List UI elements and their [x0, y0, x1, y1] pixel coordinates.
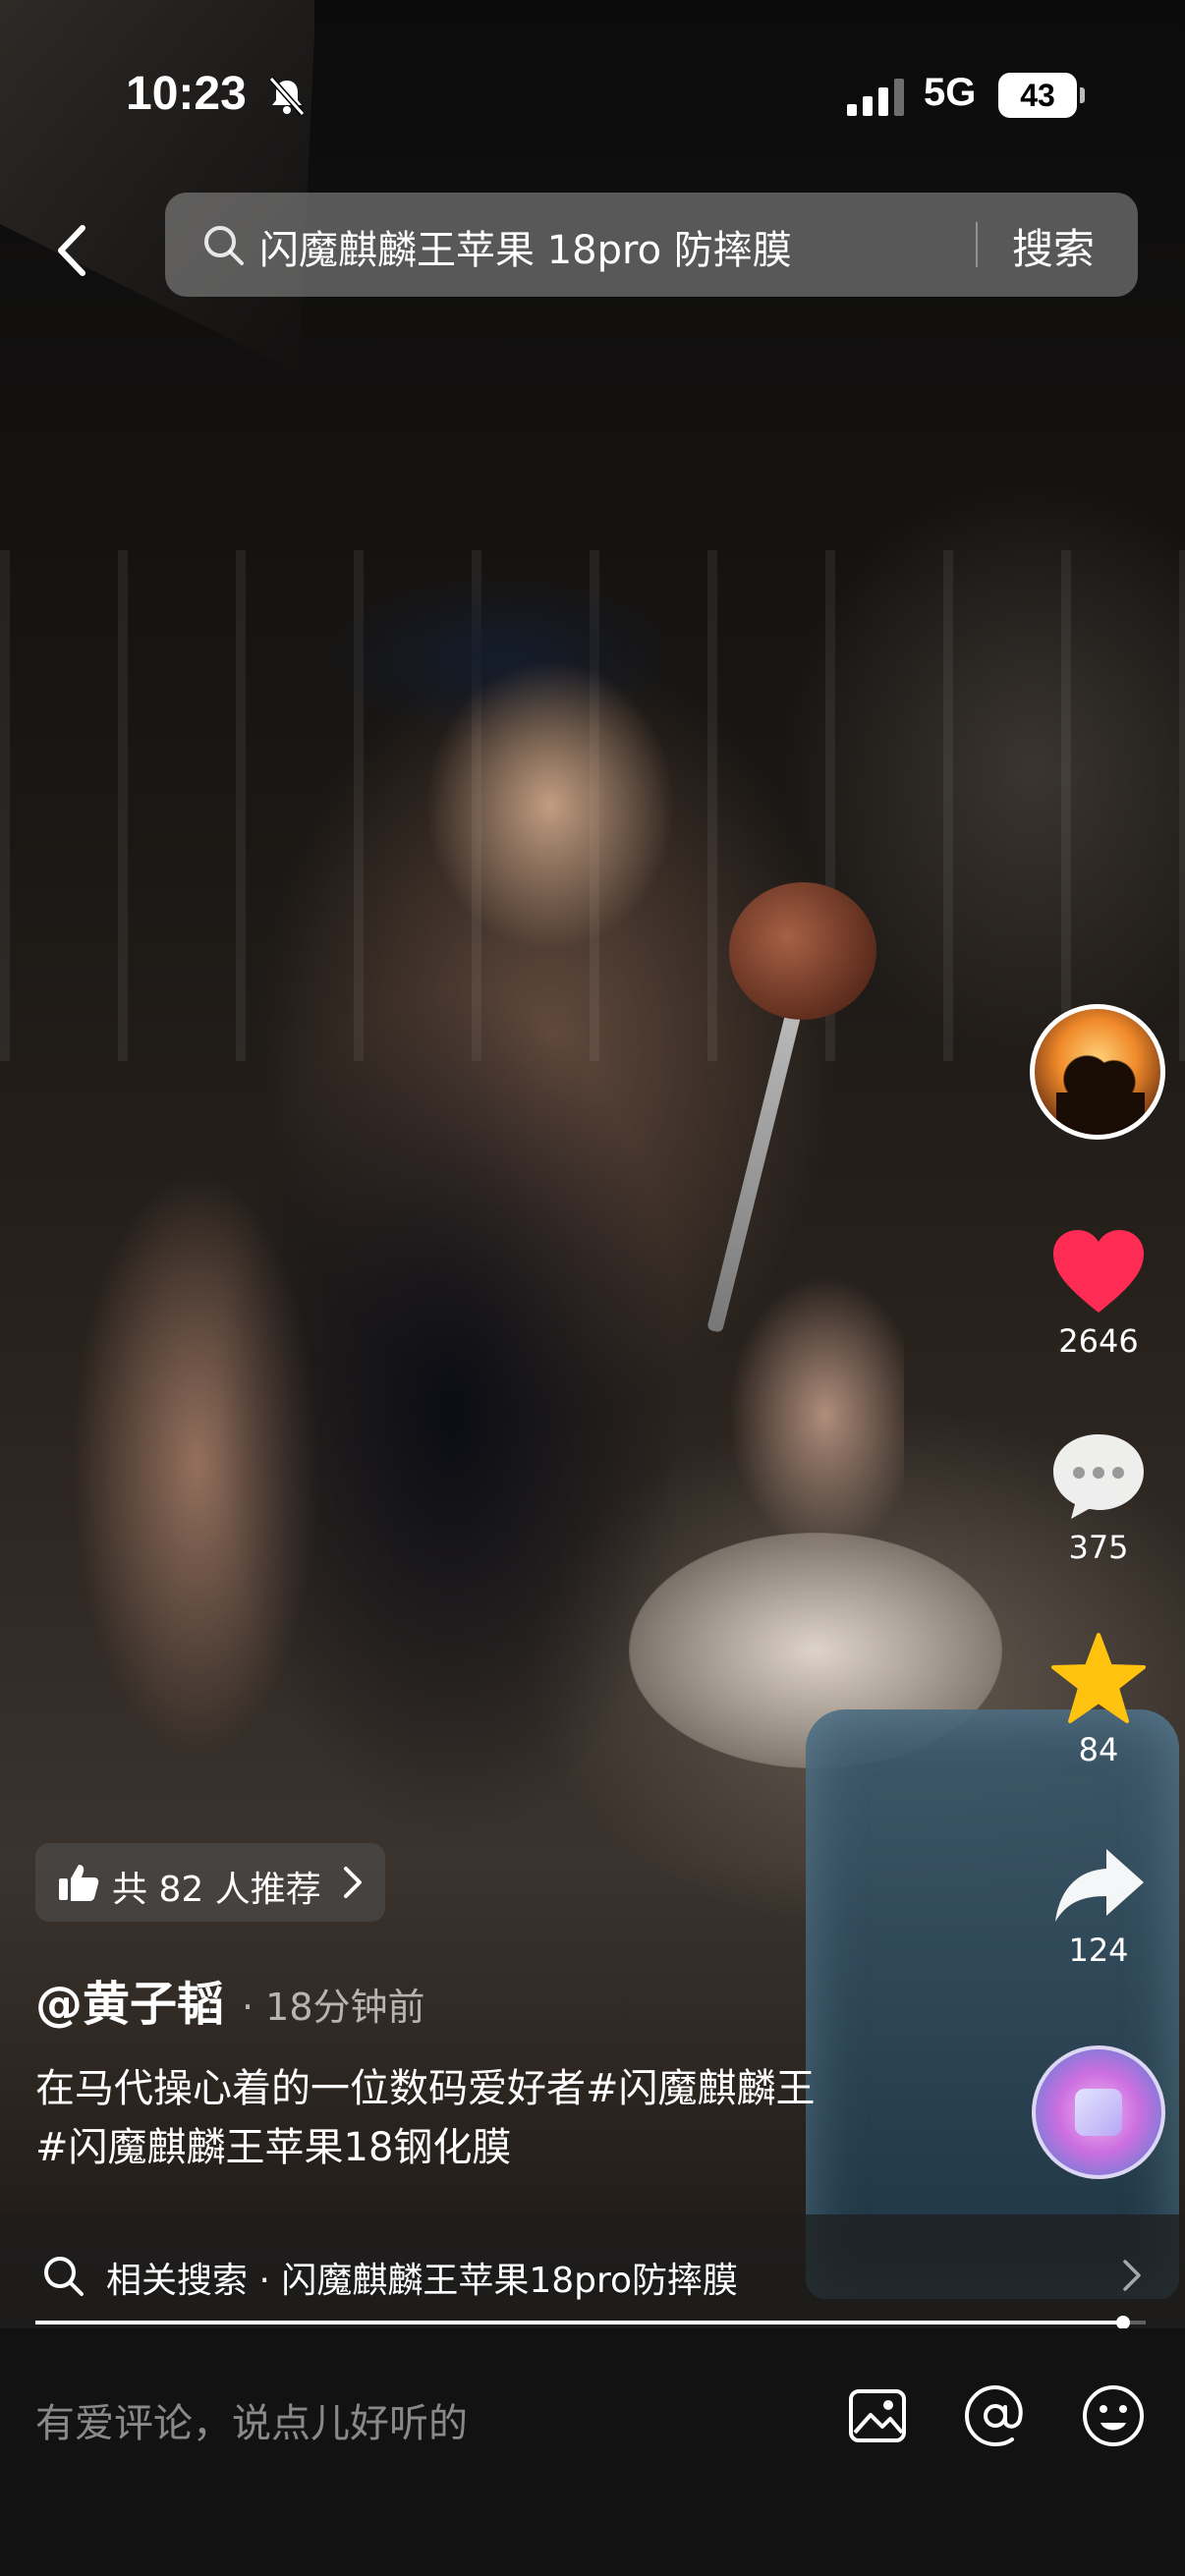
image-icon[interactable]	[847, 2385, 908, 2446]
emoji-icon[interactable]	[1081, 2383, 1146, 2448]
related-search-bar[interactable]: 相关搜索 · 闪魔麒麟王苹果18pro防摔膜	[0, 2214, 1185, 2330]
post-caption[interactable]: 在马代操心着的一位数码爱好者#闪魔麒麟王 #闪魔麒麟王苹果18钢化膜	[35, 2059, 920, 2177]
creator-avatar[interactable]	[1030, 1004, 1165, 1140]
chevron-right-icon	[1123, 2260, 1141, 2291]
music-disc[interactable]	[1032, 2045, 1165, 2179]
heart-icon	[1053, 1230, 1144, 1313]
search-query[interactable]: 闪魔麒麟王苹果 18pro 防摔膜	[259, 218, 792, 275]
favorite-count: 84	[1078, 1731, 1119, 1768]
search-divider	[976, 222, 978, 267]
search-icon	[44, 2257, 84, 2296]
author-name[interactable]: @黄子韬	[35, 1977, 224, 2032]
avatar-silhouette	[1056, 1048, 1145, 1135]
at-icon[interactable]	[963, 2383, 1028, 2448]
status-time: 10:23	[126, 68, 247, 120]
author-row: @黄子韬 · 18分钟前	[35, 1965, 425, 2034]
thumb-up-icon	[59, 1865, 99, 1901]
caption-line-2: #闪魔麒麟王苹果18钢化膜	[35, 2125, 512, 2170]
search-icon	[204, 226, 244, 265]
network-label: 5G	[924, 71, 977, 114]
comment-count: 375	[1068, 1529, 1129, 1566]
search-bar[interactable]: 闪魔麒麟王苹果 18pro 防摔膜 搜索	[165, 193, 1138, 297]
comment-icon	[1053, 1434, 1144, 1519]
bell-muted-icon	[268, 77, 306, 116]
video-progress-fill	[35, 2321, 1124, 2324]
share-button[interactable]: 124	[1030, 1843, 1167, 1969]
like-button[interactable]: 2646	[1030, 1226, 1167, 1360]
search-button[interactable]: 搜索	[1012, 216, 1095, 276]
like-count: 2646	[1058, 1322, 1139, 1360]
comment-button[interactable]: 375	[1030, 1430, 1167, 1566]
back-icon[interactable]	[39, 206, 108, 295]
video-scene-food	[729, 882, 876, 1020]
post-time: · 18分钟前	[242, 1986, 425, 2029]
status-bar: 10:23 5G 43	[0, 0, 1185, 187]
related-search-label: 相关搜索 · 闪魔麒麟王苹果18pro防摔膜	[106, 2261, 739, 2301]
share-count: 124	[1068, 1932, 1129, 1969]
signal-icon	[847, 79, 904, 116]
favorite-button[interactable]: 84	[1030, 1631, 1167, 1768]
comment-input[interactable]: 有爱评论，说点儿好听的	[35, 2391, 468, 2448]
share-icon	[1055, 1849, 1144, 1922]
star-icon	[1051, 1633, 1146, 1723]
recommend-label: 共 82 人推荐	[112, 1870, 321, 1910]
video-progress-bar[interactable]	[35, 2316, 1146, 2329]
recommend-pill[interactable]: 共 82 人推荐	[35, 1843, 385, 1922]
chevron-right-icon	[344, 1867, 362, 1898]
caption-line-1: 在马代操心着的一位数码爱好者#闪魔麒麟王	[35, 2066, 816, 2111]
music-cover	[1075, 2089, 1122, 2136]
battery-icon: 43	[998, 73, 1085, 118]
comment-bar: 有爱评论，说点儿好听的	[0, 2328, 1185, 2576]
video-scene-glass	[806, 1709, 1179, 2299]
